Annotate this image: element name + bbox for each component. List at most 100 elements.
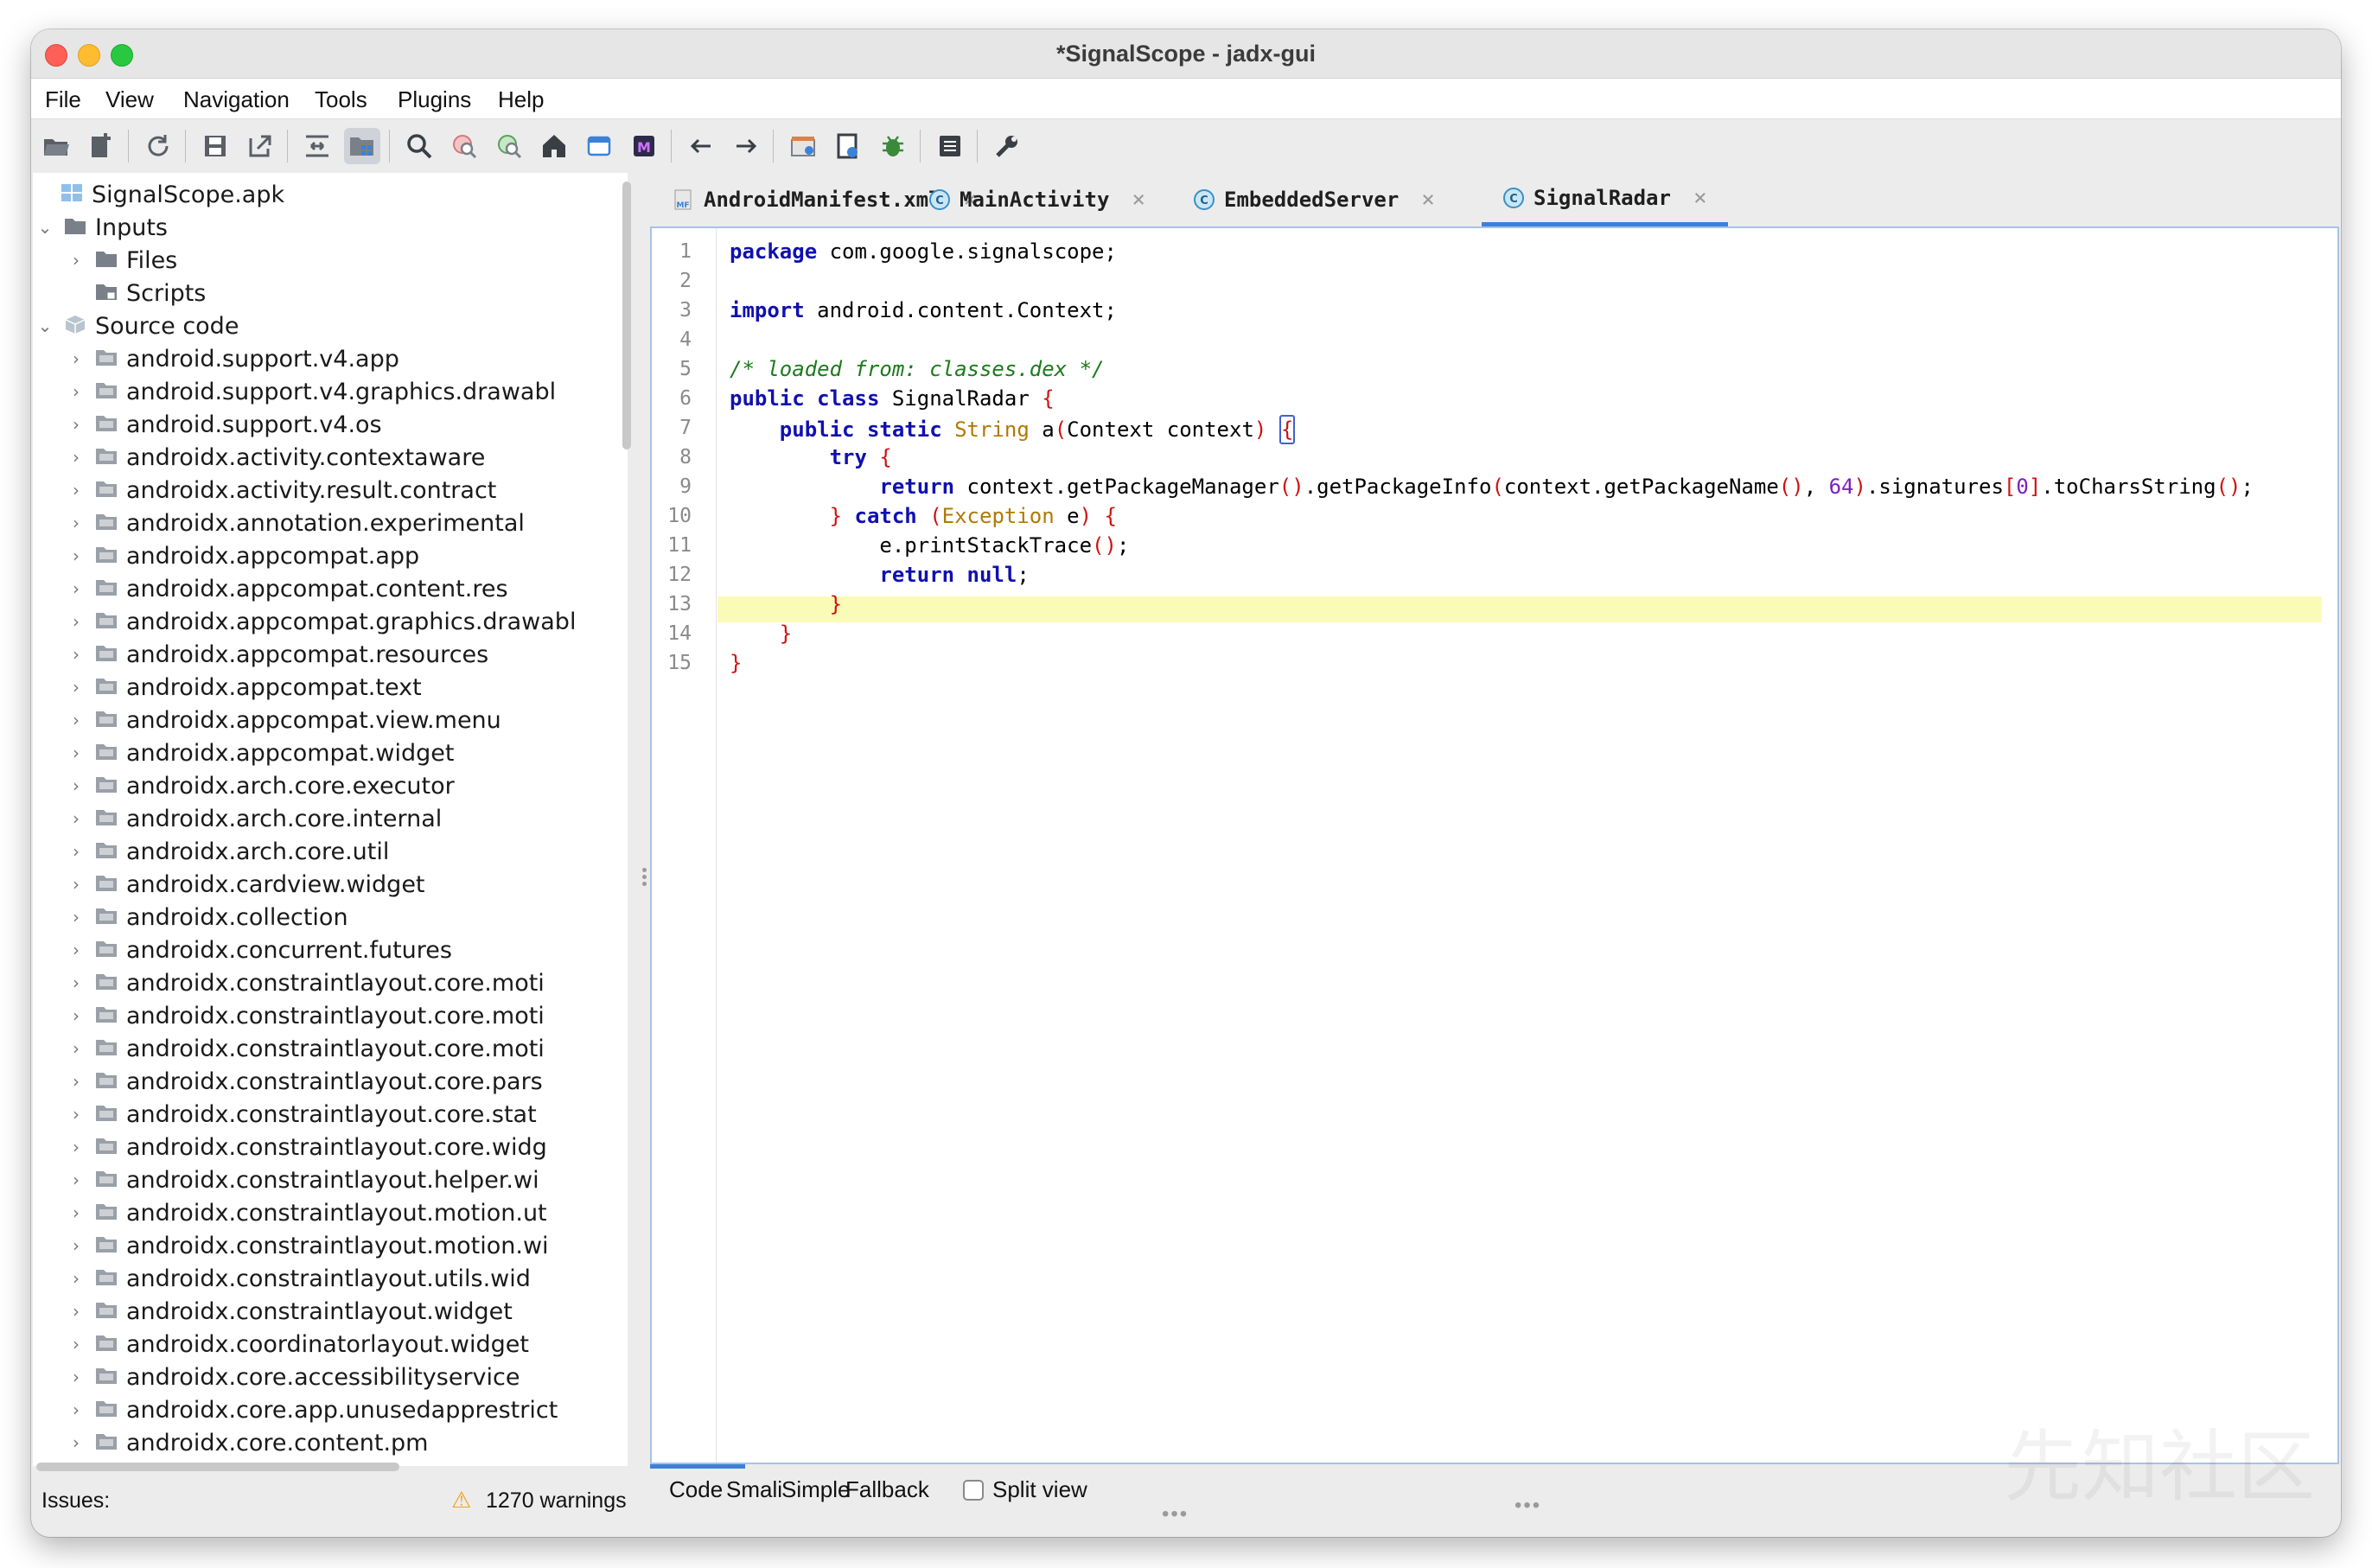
tree-item-package[interactable]: › androidx.activity.contextaware — [33, 441, 628, 474]
forward-icon[interactable] — [728, 128, 764, 164]
tab-fallback[interactable]: Fallback — [845, 1476, 929, 1503]
tree-item-package[interactable]: › androidx.collection — [33, 901, 628, 934]
tree-item-package[interactable]: › android.support.v4.app — [33, 342, 628, 375]
chevron-right-icon[interactable]: › — [67, 974, 85, 991]
chevron-right-icon[interactable]: › — [67, 1237, 85, 1254]
chevron-right-icon[interactable]: › — [67, 1106, 85, 1123]
menu-view[interactable]: View — [105, 86, 154, 113]
chevron-right-icon[interactable]: › — [67, 481, 85, 499]
chevron-down-icon[interactable]: ⌄ — [36, 317, 54, 335]
chevron-right-icon[interactable]: › — [67, 1434, 85, 1451]
tab-smali[interactable]: Smali — [726, 1476, 782, 1503]
tree-item-inputs[interactable]: ⌄ Inputs — [33, 211, 628, 244]
tree-item-package[interactable]: › android.support.v4.os — [33, 408, 628, 441]
tree-item-package[interactable]: › androidx.constraintlayout.motion.ut — [33, 1196, 628, 1229]
tab-main-activity[interactable]: C MainActivity × — [928, 173, 1145, 226]
tree-item-package[interactable]: › androidx.appcompat.content.res — [33, 572, 628, 605]
chevron-right-icon[interactable]: › — [67, 679, 85, 696]
sync-tree-icon[interactable] — [299, 128, 335, 164]
tree-item-package[interactable]: › androidx.constraintlayout.helper.wi — [33, 1163, 628, 1196]
chevron-right-icon[interactable]: › — [67, 350, 85, 367]
chevron-down-icon[interactable]: ⌄ — [36, 219, 54, 236]
close-tab-icon[interactable]: × — [1693, 185, 1707, 211]
reload-icon[interactable] — [140, 128, 176, 164]
tree-item-package[interactable]: › androidx.activity.result.contract — [33, 474, 628, 507]
chevron-right-icon[interactable]: › — [67, 810, 85, 827]
tree-item-package[interactable]: › androidx.appcompat.app — [33, 539, 628, 572]
tab-simple[interactable]: Simple — [781, 1476, 850, 1503]
text-search-icon[interactable] — [491, 128, 527, 164]
search-icon[interactable] — [401, 128, 437, 164]
quark-icon[interactable] — [785, 128, 821, 164]
chevron-right-icon[interactable]: › — [67, 1368, 85, 1386]
menu-navigation[interactable]: Navigation — [183, 86, 290, 113]
chevron-right-icon[interactable]: › — [67, 1171, 85, 1189]
tree-item-package[interactable]: › androidx.appcompat.resources — [33, 638, 628, 671]
tree-item-package[interactable]: › androidx.core.accessibilityservice — [33, 1361, 628, 1393]
chevron-right-icon[interactable]: › — [67, 580, 85, 597]
tree-item-source-code[interactable]: ⌄ Source code — [33, 309, 628, 342]
tree-horizontal-scrollbar[interactable] — [36, 1463, 399, 1471]
menu-plugins[interactable]: Plugins — [398, 86, 471, 113]
menu-tools[interactable]: Tools — [315, 86, 367, 113]
tree-item-package[interactable]: › androidx.constraintlayout.core.pars — [33, 1065, 628, 1098]
tree-item-package[interactable]: › androidx.arch.core.internal — [33, 802, 628, 835]
find-usage-icon[interactable] — [446, 128, 482, 164]
tree-root[interactable]: SignalScope.apk — [33, 178, 628, 211]
tree-item-package[interactable]: › androidx.appcompat.widget — [33, 736, 628, 769]
chevron-right-icon[interactable]: › — [67, 449, 85, 466]
tree-item-package[interactable]: › androidx.constraintlayout.core.stat — [33, 1098, 628, 1131]
chevron-right-icon[interactable]: › — [67, 1138, 85, 1156]
chevron-right-icon[interactable]: › — [67, 1401, 85, 1418]
chevron-right-icon[interactable]: › — [67, 941, 85, 959]
chevron-right-icon[interactable]: › — [67, 613, 85, 630]
debug-icon[interactable] — [875, 128, 911, 164]
decompile-all-icon[interactable] — [830, 128, 866, 164]
chevron-right-icon[interactable]: › — [67, 547, 85, 564]
resize-handle[interactable]: ••• — [1162, 1502, 1189, 1527]
flatten-packages-icon[interactable] — [344, 128, 380, 164]
chevron-right-icon[interactable]: › — [67, 1270, 85, 1287]
project-tree[interactable]: SignalScope.apk ⌄ Inputs › Files Scripts ⌄ Sour… — [33, 173, 628, 1466]
tree-item-package[interactable]: › android.support.v4.graphics.drawabl — [33, 375, 628, 408]
tree-item-scripts[interactable]: Scripts — [33, 277, 628, 309]
menu-help[interactable]: Help — [498, 86, 544, 113]
tree-item-package[interactable]: › androidx.core.content.pm — [33, 1426, 628, 1459]
chevron-right-icon[interactable]: › — [67, 711, 85, 729]
chevron-right-icon[interactable]: › — [67, 383, 85, 400]
tree-item-package[interactable]: › androidx.arch.core.util — [33, 835, 628, 868]
back-icon[interactable] — [683, 128, 719, 164]
warnings-count[interactable]: 1270 warnings — [486, 1488, 627, 1514]
tree-item-package[interactable]: › androidx.concurrent.futures — [33, 934, 628, 966]
code-editor[interactable]: 1 2 3 4 5 6 7 8 9 10 11 12 13 14 15 package com.google… — [650, 226, 2339, 1464]
chevron-right-icon[interactable]: › — [67, 514, 85, 532]
tree-item-package[interactable]: › androidx.appcompat.view.menu — [33, 704, 628, 736]
save-all-icon[interactable] — [197, 128, 233, 164]
tree-item-package[interactable]: › androidx.constraintlayout.widget — [33, 1295, 628, 1328]
tree-item-package[interactable]: › androidx.constraintlayout.core.moti — [33, 1032, 628, 1065]
chevron-right-icon[interactable]: › — [67, 252, 85, 269]
chevron-right-icon[interactable]: › — [67, 777, 85, 794]
tree-item-package[interactable]: › androidx.annotation.experimental — [33, 507, 628, 539]
code-area[interactable]: package com.google.signalscope; import a… — [730, 228, 2337, 1463]
tree-item-package[interactable]: › androidx.coordinatorlayout.widget — [33, 1328, 628, 1361]
tab-embedded-server[interactable]: C EmbeddedServer × — [1193, 173, 1435, 226]
open-file-icon[interactable] — [38, 128, 74, 164]
mapping-icon[interactable]: M — [626, 128, 662, 164]
resize-handle[interactable]: ••• — [1514, 1494, 1541, 1518]
chevron-right-icon[interactable]: › — [67, 843, 85, 860]
close-tab-icon[interactable]: × — [1421, 187, 1435, 213]
tree-item-package[interactable]: › androidx.constraintlayout.utils.wid — [33, 1262, 628, 1295]
settings-icon[interactable] — [989, 128, 1025, 164]
chevron-right-icon[interactable]: › — [67, 1073, 85, 1090]
add-files-icon[interactable] — [83, 128, 119, 164]
chevron-right-icon[interactable]: › — [67, 1335, 85, 1353]
home-icon[interactable] — [536, 128, 572, 164]
chevron-right-icon[interactable]: › — [67, 908, 85, 926]
tree-item-package[interactable]: › androidx.arch.core.executor — [33, 769, 628, 802]
tree-item-package[interactable]: › androidx.appcompat.graphics.drawabl — [33, 605, 628, 638]
split-view-checkbox[interactable] — [963, 1480, 984, 1501]
chevron-right-icon[interactable]: › — [67, 744, 85, 762]
deobfuscation-icon[interactable] — [581, 128, 617, 164]
chevron-right-icon[interactable]: › — [67, 646, 85, 663]
